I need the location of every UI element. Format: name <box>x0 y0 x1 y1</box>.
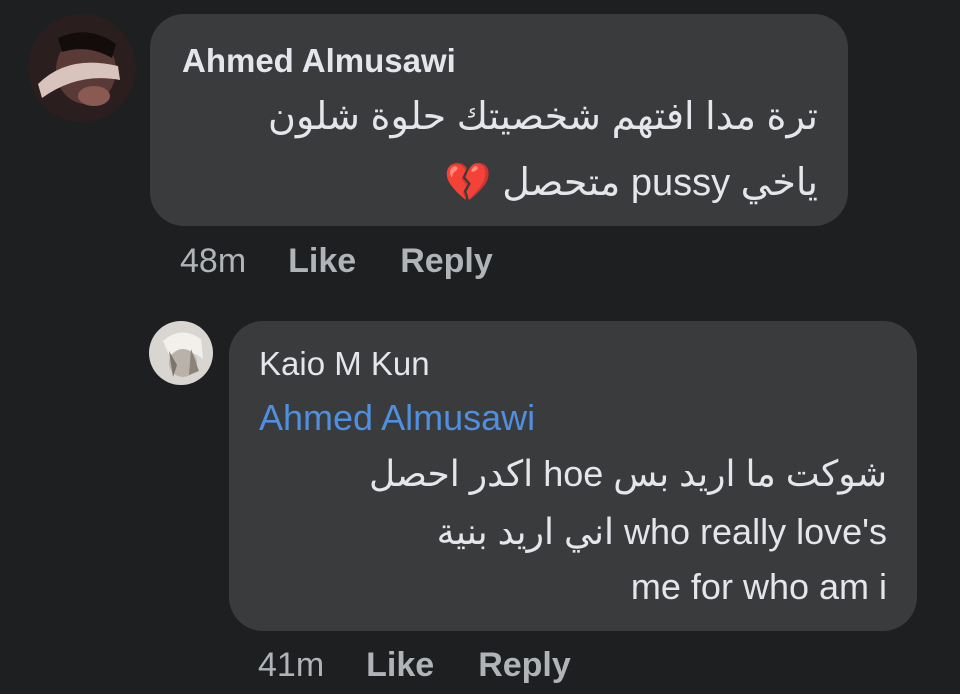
comment-text-line: اكدر احصل hoe شوكت ما اريد بس <box>369 453 887 494</box>
timestamp[interactable]: 48m <box>180 242 246 281</box>
comment-text-line: 💔 متحصل pussy ياخي <box>444 160 818 205</box>
profile-photo-icon <box>149 321 213 385</box>
avatar[interactable] <box>28 14 136 122</box>
comment-text-span: متحصل pussy ياخي <box>502 162 818 204</box>
comment-bubble: Ahmed Almusawi ترة مدا افتهم شخصيتك حلوة… <box>150 14 848 226</box>
comment-author-name[interactable]: Ahmed Almusawi <box>182 42 456 80</box>
reply-button[interactable]: Reply <box>478 646 571 685</box>
profile-photo-icon <box>28 14 136 122</box>
comment-meta-row: 48m Like Reply <box>180 242 537 281</box>
reply-button[interactable]: Reply <box>400 242 493 281</box>
comment-author-name[interactable]: Kaio M Kun <box>259 345 430 383</box>
like-button[interactable]: Like <box>366 646 434 685</box>
timestamp[interactable]: 41m <box>258 646 324 685</box>
comment-text-line: اني اريد بنية who really love's <box>436 511 887 552</box>
comment-meta-row: 41m Like Reply <box>258 646 615 685</box>
comment-text-line: me for who am i <box>630 566 887 607</box>
like-button[interactable]: Like <box>288 242 356 281</box>
broken-heart-emoji-icon: 💔 <box>444 162 492 204</box>
comment-text-line: ترة مدا افتهم شخصيتك حلوة شلون <box>268 96 818 138</box>
comment-bubble: Kaio M Kun Ahmed Almusawi اكدر احصل hoe … <box>229 321 917 631</box>
avatar[interactable] <box>149 321 213 385</box>
mention-link[interactable]: Ahmed Almusawi <box>259 397 535 439</box>
